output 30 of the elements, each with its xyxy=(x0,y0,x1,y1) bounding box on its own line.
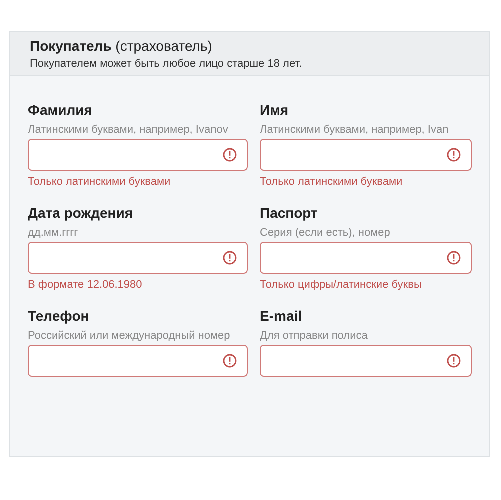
error-icon xyxy=(223,354,237,368)
field-label: Имя xyxy=(260,102,289,118)
error-message: Только латинскими буквами xyxy=(28,176,171,188)
error-icon xyxy=(447,251,461,265)
error-icon xyxy=(447,354,461,368)
input-field[interactable] xyxy=(28,242,248,274)
error-icon xyxy=(447,148,461,162)
error-icon xyxy=(223,148,237,162)
input-field[interactable] xyxy=(260,139,472,171)
field-hint: Серия (если есть), номер xyxy=(260,227,390,239)
input-field[interactable] xyxy=(28,139,248,171)
section-subtitle: Покупателем может быть любое лицо старше 18 лет. xyxy=(30,58,304,70)
field-hint: Российский или международный номер xyxy=(28,330,230,342)
field-label: Телефон xyxy=(28,308,90,324)
section-title: Покупатель (страхователь) xyxy=(30,38,214,54)
field-label: Фамилия xyxy=(28,102,92,118)
error-message: Только латинскими буквами xyxy=(260,176,403,188)
field-label: E-mail xyxy=(260,308,302,324)
error-message: Только цифры/латинские буквы xyxy=(260,279,422,291)
field-hint: Для отправки полиса xyxy=(260,330,368,342)
field-hint: дд.мм.гггг xyxy=(28,227,78,239)
field-hint: Латинскими буквами, например, Ivanov xyxy=(28,124,228,136)
input-field[interactable] xyxy=(28,345,248,377)
field-hint: Латинскими буквами, например, Ivan xyxy=(260,124,449,136)
field-label: Паспорт xyxy=(260,205,318,221)
input-field[interactable] xyxy=(260,242,472,274)
input-field[interactable] xyxy=(260,345,472,377)
error-message: В формате 12.06.1980 xyxy=(28,279,142,291)
field-label: Дата рождения xyxy=(28,205,134,221)
error-icon xyxy=(223,251,237,265)
